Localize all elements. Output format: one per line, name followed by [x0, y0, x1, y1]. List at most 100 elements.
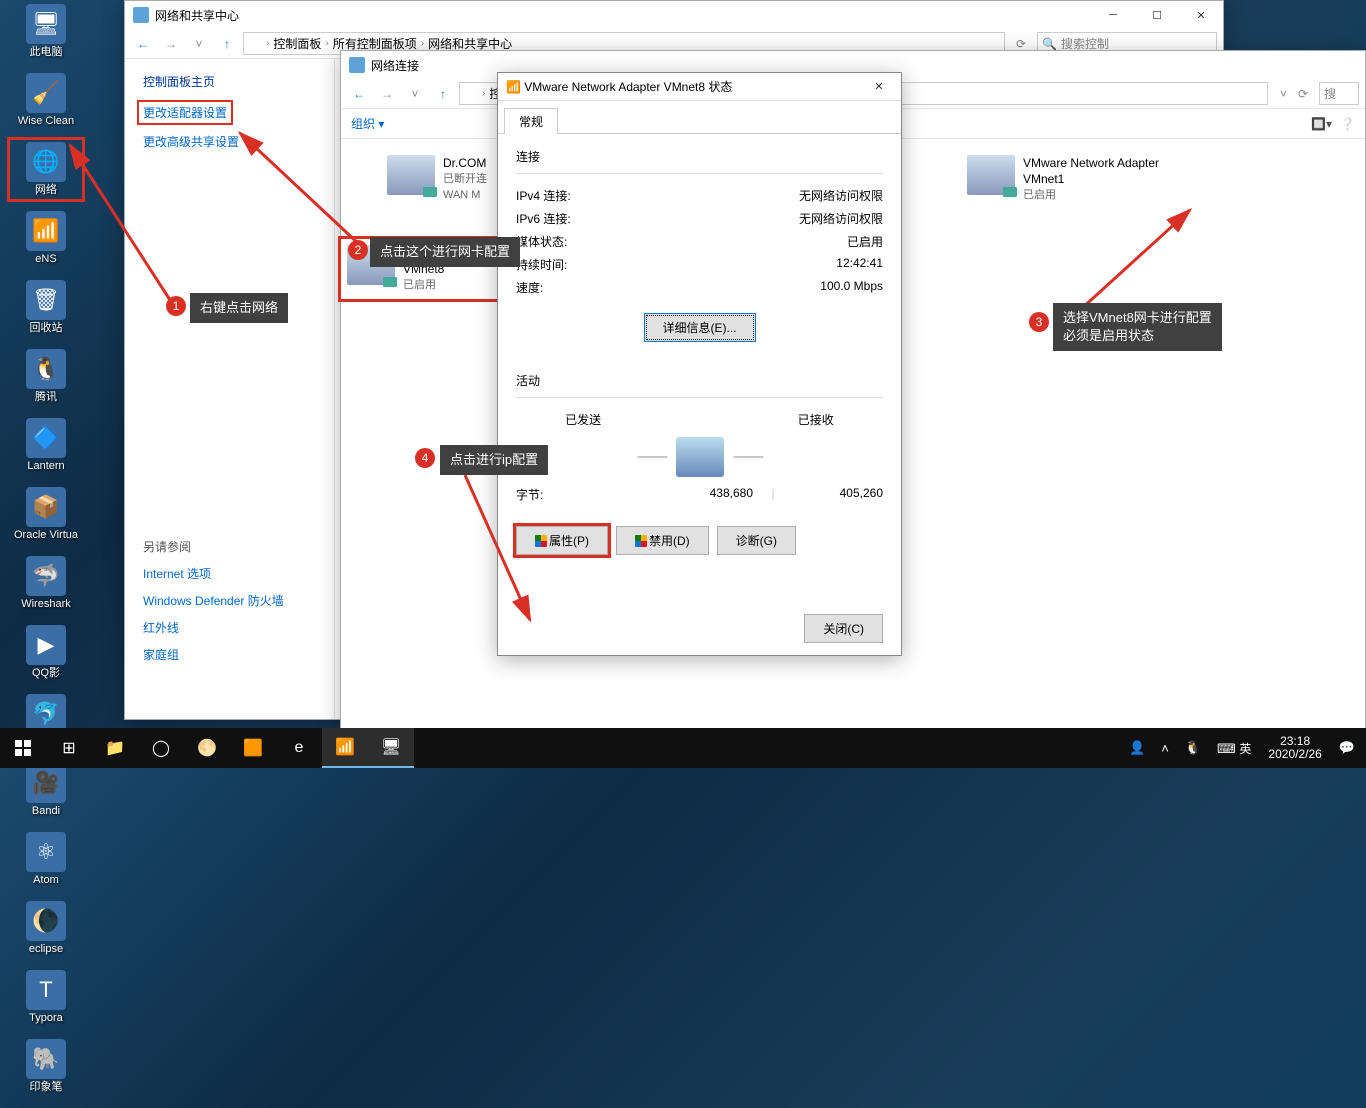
taskbar: ⊞ 📁 ◯ 🌕 🟧 e 📶 🖥 👤 ˄ 🐧 ⌨ 英 23:182020/2/26…: [0, 728, 1366, 768]
desktop-icon-eclipse[interactable]: 🌘eclipse: [12, 901, 80, 956]
bytes-sent: 438,680: [663, 486, 753, 503]
address-icon: [248, 37, 262, 51]
system-tray: 👤 ˄ 🐧 ⌨ 英 23:182020/2/26 💬: [1124, 735, 1366, 761]
annotation-badge-2: 2: [348, 240, 368, 260]
taskview-button[interactable]: ⊞: [46, 728, 92, 768]
status-close-button[interactable]: ✕: [857, 73, 901, 101]
shield-icon: [535, 535, 547, 547]
cortana-button[interactable]: ◯: [138, 728, 184, 768]
up-button[interactable]: ↑: [215, 32, 239, 56]
chrome-button[interactable]: 🌕: [184, 728, 230, 768]
properties-button[interactable]: 属性(P): [516, 526, 608, 555]
annotation-callout-3: 选择VMnet8网卡进行配置 必须是启用状态: [1053, 303, 1222, 351]
control-panel-icon: [133, 7, 149, 23]
recent-dropdown[interactable]: ˅: [187, 32, 211, 56]
explorer-button[interactable]: 📁: [92, 728, 138, 768]
desktop-icon-network[interactable]: 🌐网络: [12, 142, 80, 197]
forward-button[interactable]: →: [159, 32, 183, 56]
nc-forward-button[interactable]: →: [375, 82, 399, 106]
nc-address-icon: [464, 87, 478, 101]
organize-menu[interactable]: 组织 ▾: [351, 115, 384, 132]
adapter-vmnet1[interactable]: VMware Network Adapter VMnet1已启用: [961, 149, 1201, 209]
view-icon[interactable]: 🔲▾: [1311, 117, 1332, 131]
shield-icon: [635, 535, 647, 547]
desktop-icon-lantern[interactable]: 🔷Lantern: [12, 418, 80, 473]
tab-general[interactable]: 常规: [504, 108, 558, 134]
desktop-icon-qq[interactable]: 🐧腾讯: [12, 349, 80, 404]
desktop-icon-bandi[interactable]: 🎥Bandi: [12, 763, 80, 818]
desktop-icon-ens[interactable]: 📶eNS: [12, 211, 80, 266]
desktop-icon-wireshark[interactable]: 🦈Wireshark: [12, 556, 80, 611]
sidebar-title[interactable]: 控制面板主页: [143, 73, 334, 90]
status-titlebar[interactable]: 📶 VMware Network Adapter VMnet8 状态 ✕: [498, 73, 901, 101]
close-button[interactable]: 关闭(C): [804, 614, 883, 643]
tray-ime-icon[interactable]: ⌨ 英: [1212, 740, 1256, 757]
close-button[interactable]: ✕: [1179, 1, 1223, 29]
desktop-icon-qqplayer[interactable]: ▶QQ影: [12, 625, 80, 680]
section-connection: 连接: [516, 148, 883, 165]
link-internet-options[interactable]: Internet 选项: [143, 565, 334, 582]
link-change-adapter-settings[interactable]: 更改适配器设置: [139, 102, 231, 123]
taskbar-app-1[interactable]: 📶: [322, 728, 368, 768]
back-button[interactable]: ←: [131, 32, 155, 56]
tray-qq-icon[interactable]: 🐧: [1180, 740, 1206, 756]
minimize-button[interactable]: ─: [1091, 1, 1135, 29]
search-icon: 🔍: [1042, 37, 1057, 51]
start-button[interactable]: [0, 728, 46, 768]
ipv6-status: 无网络访问权限: [799, 210, 883, 227]
taskbar-clock[interactable]: 23:182020/2/26: [1262, 735, 1327, 761]
section-activity: 活动: [516, 372, 883, 389]
desktop-icon-recycle[interactable]: 🗑回收站: [12, 280, 80, 335]
link-advanced-sharing[interactable]: 更改高级共享设置: [143, 133, 334, 150]
nc-search-input[interactable]: 搜: [1319, 82, 1359, 105]
nc-title: 网络连接: [371, 57, 1365, 74]
annotation-callout-2: 点击这个进行网卡配置: [370, 237, 520, 267]
diagnose-button[interactable]: 诊断(G): [717, 526, 796, 555]
desktop-icon-evernote[interactable]: 🐘印象笔: [12, 1039, 80, 1094]
help-icon[interactable]: ❔: [1340, 117, 1355, 131]
speed: 100.0 Mbps: [820, 279, 883, 296]
maximize-button[interactable]: ☐: [1135, 1, 1179, 29]
link-infrared[interactable]: 红外线: [143, 619, 334, 636]
nc-recent-dropdown[interactable]: ˅: [403, 82, 427, 106]
annotation-callout-4: 点击进行ip配置: [440, 445, 548, 475]
network-connections-icon: [349, 57, 365, 73]
desktop-icon-vbox[interactable]: 📦Oracle Virtua: [12, 487, 80, 542]
desktop-icon-this-pc[interactable]: 🖥此电脑: [12, 4, 80, 59]
nc-up-button[interactable]: ↑: [431, 82, 455, 106]
nc-back-button[interactable]: ←: [347, 82, 371, 106]
activity-computer-icon: [676, 437, 724, 477]
adapter-icon: [967, 155, 1015, 195]
annotation-badge-4: 4: [415, 448, 435, 468]
duration: 12:42:41: [836, 256, 883, 273]
status-tabs: 常规: [498, 101, 901, 134]
notification-center-icon[interactable]: 💬: [1334, 740, 1360, 756]
link-defender-firewall[interactable]: Windows Defender 防火墙: [143, 592, 334, 609]
desktop-icons: 🖥此电脑 🧹Wise Clean 🌐网络 📶eNS 🗑回收站 🐧腾讯 🔷Lant…: [0, 0, 130, 1108]
media-state: 已启用: [847, 233, 883, 250]
annotation-badge-3: 3: [1029, 312, 1049, 332]
label-sent: 已发送: [565, 411, 601, 428]
dialog-adapter-status: 📶 VMware Network Adapter VMnet8 状态 ✕ 常规 …: [497, 72, 902, 656]
desktop-icon-atom[interactable]: ⚛Atom: [12, 832, 80, 887]
bytes-received: 405,260: [793, 486, 883, 503]
vm-button[interactable]: 🟧: [230, 728, 276, 768]
disable-button[interactable]: 禁用(D): [616, 526, 709, 555]
nc-refresh-button[interactable]: ⟳: [1291, 82, 1315, 106]
nsc-sidebar: 控制面板主页 更改适配器设置 更改高级共享设置 另请参阅 Internet 选项…: [125, 59, 335, 718]
nsc-titlebar[interactable]: 网络和共享中心 ─ ☐ ✕: [125, 1, 1223, 29]
ipv4-status: 无网络访问权限: [799, 187, 883, 204]
edge-button[interactable]: e: [276, 728, 322, 768]
link-homegroup[interactable]: 家庭组: [143, 646, 334, 663]
desktop-icon-typora[interactable]: TTypora: [12, 970, 80, 1025]
taskbar-app-2[interactable]: 🖥: [368, 728, 414, 768]
nsc-title: 网络和共享中心: [155, 7, 1091, 24]
annotation-callout-1: 右键点击网络: [190, 293, 288, 323]
details-button[interactable]: 详细信息(E)...: [644, 313, 756, 342]
see-also-label: 另请参阅: [143, 538, 334, 555]
tray-people-icon[interactable]: 👤: [1124, 740, 1150, 756]
status-title: VMware Network Adapter VMnet8 状态: [524, 78, 857, 95]
tray-up-icon[interactable]: ˄: [1156, 741, 1174, 756]
crumb-control-panel[interactable]: 控制面板: [273, 35, 321, 52]
desktop-icon-wise[interactable]: 🧹Wise Clean: [12, 73, 80, 128]
